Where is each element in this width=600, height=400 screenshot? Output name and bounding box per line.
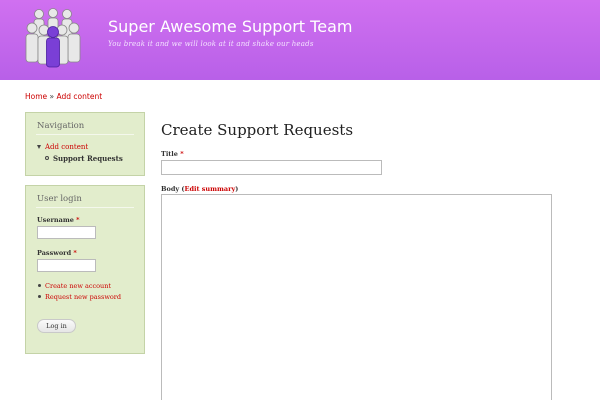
site-name[interactable]: Super Awesome Support Team [108,17,352,36]
breadcrumb: Home » Add content [25,92,102,101]
username-label: Username * [37,216,80,224]
body-textarea[interactable] [161,194,552,400]
breadcrumb-home-link[interactable]: Home [25,92,47,101]
site-slogan: You break it and we will look at it and … [108,40,314,48]
edit-summary-link[interactable]: Edit summary [185,185,236,193]
divider [36,207,134,208]
nav-item-label[interactable]: Support Requests [53,154,123,163]
password-label: Password * [37,249,77,257]
user-login-block-title: User login [37,194,82,204]
site-header: Super Awesome Support Team You break it … [0,0,600,80]
username-field[interactable] [37,226,96,239]
required-marker: * [76,216,80,224]
list-item: Request new password [37,293,121,304]
login-links-list: Create new account Request new password [37,282,121,304]
page-title: Create Support Requests [161,121,354,139]
title-field[interactable] [161,160,382,175]
required-marker: * [73,249,77,257]
log-in-button[interactable]: Log in [37,319,76,333]
list-item: Create new account [37,282,121,293]
navigation-block: Navigation Add content Support Requests [25,112,145,176]
people-group-icon[interactable] [24,8,82,68]
bullet-icon [38,284,41,287]
title-label-text: Title [161,150,178,158]
body-label-text: Body [161,185,180,193]
circle-bullet-icon [45,156,49,160]
breadcrumb-separator: » [47,92,57,101]
password-field[interactable] [37,259,96,272]
request-password-link[interactable]: Request new password [45,293,121,301]
triangle-down-icon [37,145,41,149]
navigation-block-title: Navigation [37,121,85,131]
user-login-block: User login Username * Password * Create … [25,185,145,354]
breadcrumb-current-link[interactable]: Add content [57,92,103,101]
password-label-text: Password [37,249,72,257]
paren-close: ) [235,185,239,193]
bullet-icon [38,295,41,298]
nav-item-label[interactable]: Add content [45,143,88,151]
nav-item-support-requests[interactable]: Support Requests [37,154,144,165]
body-label: Body (Edit summary) [161,185,238,193]
required-marker: * [180,150,184,158]
username-label-text: Username [37,216,74,224]
create-account-link[interactable]: Create new account [45,282,111,290]
title-label: Title * [161,150,184,158]
nav-item-add-content[interactable]: Add content [37,143,144,154]
navigation-menu: Add content Support Requests [26,135,144,165]
